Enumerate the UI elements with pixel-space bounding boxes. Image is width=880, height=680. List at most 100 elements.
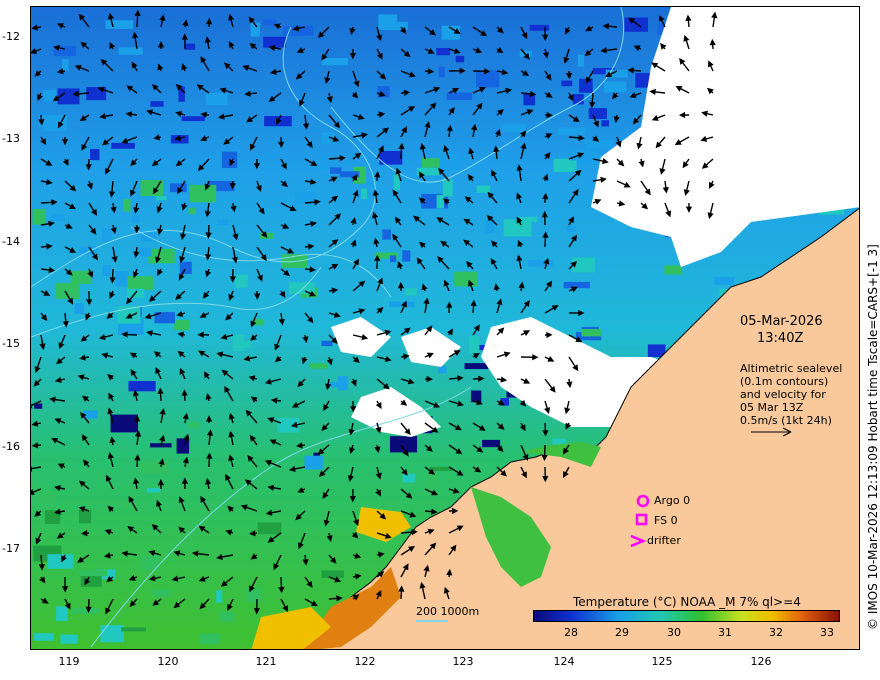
sst-patch [232, 334, 245, 352]
sst-patch [184, 43, 196, 50]
sst-patch [70, 270, 92, 284]
sst-patch [216, 590, 223, 603]
sst-patch [382, 229, 391, 240]
sst-patch [38, 491, 54, 506]
sst-patch [189, 184, 217, 203]
sst-patch [553, 158, 577, 172]
sst-patch [148, 248, 175, 264]
sst-patch [72, 608, 100, 614]
sst-patch [34, 633, 54, 641]
sst-patch [79, 569, 108, 577]
sst-patch [561, 80, 573, 87]
sst-patch [529, 24, 550, 31]
sst-patch [321, 340, 333, 347]
sst-patch [578, 78, 593, 93]
sst-patch [471, 390, 482, 403]
sst-patch [205, 92, 228, 106]
contour-depth-key: 200 1000m [416, 605, 480, 618]
colorbar-tick: 31 [718, 626, 732, 639]
sst-patch [501, 124, 526, 133]
sst-patch [100, 625, 124, 643]
sst-patch [127, 276, 154, 291]
sst-patch [664, 265, 683, 275]
x-tick-label: 122 [354, 655, 376, 668]
sst-patch [62, 59, 69, 71]
sst-patch [321, 570, 344, 579]
sst-patch [581, 328, 602, 337]
sst-patch [50, 214, 65, 222]
sst-patch [316, 165, 329, 171]
altimetry-line: 05 Mar 13Z [740, 401, 804, 414]
sst-patch [464, 363, 489, 370]
altimetry-line: Altimetric sealevel [740, 362, 843, 375]
colorbar-tick: 33 [820, 626, 834, 639]
sst-patch [179, 261, 192, 275]
y-tick-label: -17 [2, 542, 20, 555]
y-tick-label: -16 [2, 440, 20, 453]
sst-patch [105, 20, 134, 29]
sst-patch [139, 247, 152, 257]
legend-fs: FS 0 [654, 514, 678, 527]
y-tick-label: -14 [2, 235, 20, 248]
sst-map-canvas [31, 7, 859, 649]
sst-patch [337, 376, 348, 391]
sst-patch [173, 319, 190, 331]
sst-patch [572, 257, 595, 273]
sst-patch [438, 66, 445, 78]
sst-patch [152, 589, 171, 597]
sst-patch [577, 54, 584, 67]
sst-patch [111, 142, 135, 149]
sst-patch [47, 554, 74, 569]
sst-patch [156, 196, 167, 201]
sst-patch [389, 301, 415, 308]
x-tick-label: 124 [553, 655, 575, 668]
sst-patch [188, 422, 200, 428]
sst-patch [390, 255, 397, 263]
sst-patch [121, 627, 146, 632]
x-tick-label: 125 [651, 655, 673, 668]
sst-patch [402, 250, 411, 262]
sst-patch [402, 473, 416, 483]
altimetry-line: 0.5m/s (1kt 24h) [740, 414, 832, 427]
sst-patch [476, 185, 491, 193]
x-tick-label: 126 [750, 655, 772, 668]
sst-patch [102, 265, 112, 276]
altimetry-line: and velocity for [740, 388, 826, 401]
sst-patch [118, 47, 143, 55]
sst-patch [442, 179, 453, 197]
sst-patch [321, 57, 348, 66]
sst-patch [79, 246, 97, 255]
x-tick-label: 119 [58, 655, 80, 668]
sst-patch [601, 120, 609, 127]
sst-patch [115, 271, 129, 287]
altimetry-note: Altimetric sealevel (0.1m contours) and … [740, 362, 842, 427]
sst-patch [146, 488, 161, 493]
sst-patch [421, 158, 441, 168]
sst-patch [123, 199, 131, 212]
sst-patch [330, 167, 342, 174]
x-tick-label: 120 [157, 655, 179, 668]
sst-patch [78, 509, 92, 524]
credit-line: © IMOS 10-Mar-2026 12:13:09 Hobart time … [866, 244, 880, 630]
sst-patch [379, 150, 403, 165]
y-tick-label: -13 [2, 132, 20, 145]
sst-patch [55, 282, 80, 300]
sst-patch [60, 634, 78, 644]
map-date: 05-Mar-2026 [740, 314, 823, 329]
sst-patch [288, 282, 315, 295]
colorbar [533, 610, 840, 622]
sst-patch [454, 271, 478, 287]
sst-patch [90, 148, 100, 161]
sst-map [30, 6, 860, 650]
sst-patch [132, 215, 140, 224]
colorbar-tick: 29 [615, 626, 629, 639]
sst-patch [176, 438, 190, 454]
colorbar-tick: 32 [769, 626, 783, 639]
legend-argo: Argo 0 [654, 494, 691, 507]
colorbar-title: Temperature (°C) NOAA _M 7% ql>=4 [573, 595, 801, 609]
sst-patch [361, 188, 368, 199]
sst-patch [604, 81, 627, 93]
sst-patch [436, 48, 451, 56]
sst-patch [309, 363, 329, 369]
sst-patch [150, 101, 164, 107]
